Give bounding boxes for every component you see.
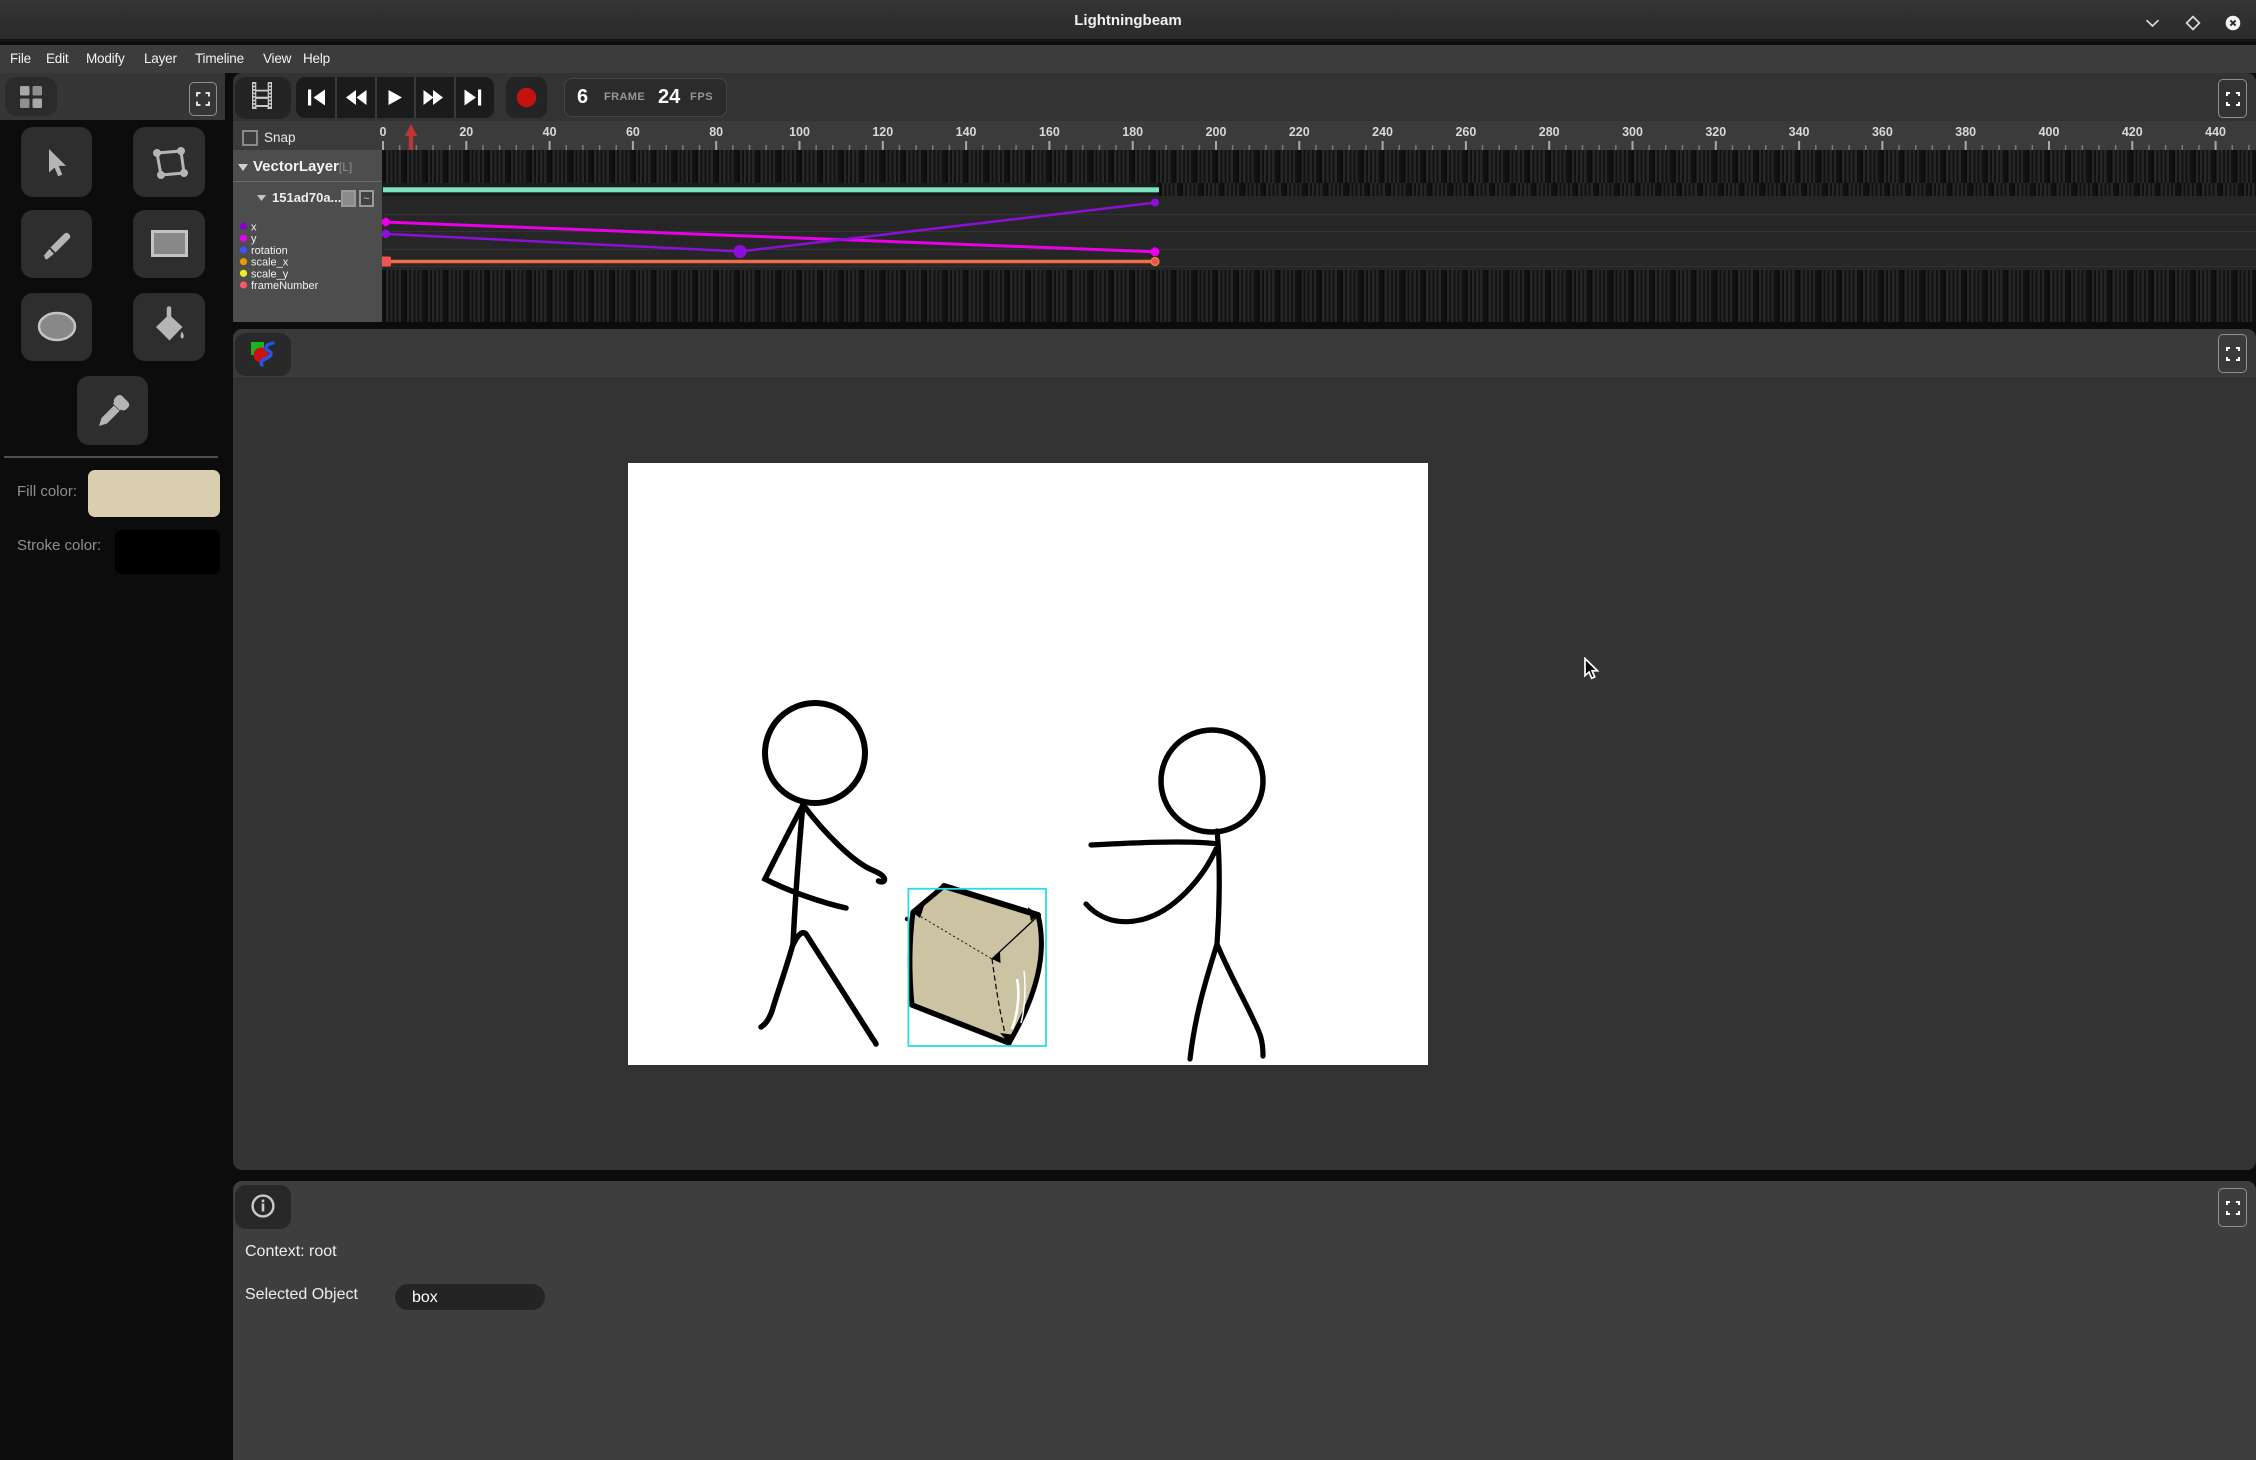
svg-text:40: 40 xyxy=(543,125,557,139)
svg-text:240: 240 xyxy=(1372,125,1393,139)
svg-text:260: 260 xyxy=(1455,125,1476,139)
svg-text:180: 180 xyxy=(1122,125,1143,139)
svg-text:y: y xyxy=(251,233,257,245)
svg-text:200: 200 xyxy=(1206,125,1227,139)
svg-text:120: 120 xyxy=(872,125,893,139)
svg-text:scale_x: scale_x xyxy=(251,257,289,269)
svg-text:20: 20 xyxy=(459,125,473,139)
svg-text:80: 80 xyxy=(709,125,723,139)
svg-text:360: 360 xyxy=(1872,125,1893,139)
svg-text:280: 280 xyxy=(1539,125,1560,139)
svg-text:440: 440 xyxy=(2205,125,2226,139)
svg-text:380: 380 xyxy=(1955,125,1976,139)
svg-text:400: 400 xyxy=(2039,125,2060,139)
svg-text:x: x xyxy=(251,222,257,234)
svg-text:100: 100 xyxy=(789,125,810,139)
svg-text:rotation: rotation xyxy=(251,245,288,257)
svg-text:160: 160 xyxy=(1039,125,1060,139)
svg-text:scale_y: scale_y xyxy=(251,268,289,280)
svg-text:420: 420 xyxy=(2122,125,2143,139)
svg-text:320: 320 xyxy=(1705,125,1726,139)
svg-text:340: 340 xyxy=(1789,125,1810,139)
svg-text:frameNumber: frameNumber xyxy=(251,280,319,292)
svg-text:60: 60 xyxy=(626,125,640,139)
svg-text:220: 220 xyxy=(1289,125,1310,139)
svg-text:140: 140 xyxy=(956,125,977,139)
svg-text:300: 300 xyxy=(1622,125,1643,139)
svg-text:0: 0 xyxy=(380,125,387,139)
